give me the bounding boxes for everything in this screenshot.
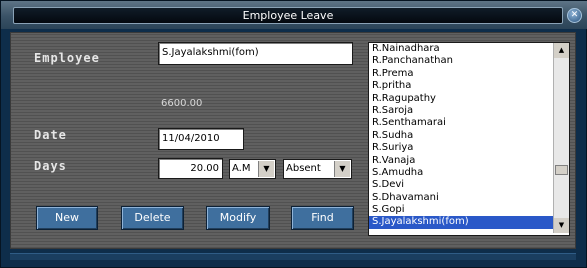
days-field[interactable]: 20.00 [158, 158, 223, 179]
session-selected-value: A.M [232, 163, 251, 174]
date-label: Date [34, 128, 67, 142]
list-item[interactable]: R.Senthamarai [369, 117, 553, 129]
new-button[interactable]: New [36, 206, 98, 230]
salary-value: 6600.00 [161, 98, 203, 109]
modify-button[interactable]: Modify [206, 206, 270, 230]
title-frame: Employee Leave [13, 7, 563, 24]
list-item[interactable]: R.Prema [369, 68, 553, 80]
employee-listbox[interactable]: R.Nainadhara R.Panchanathan R.Prema R.prith… [368, 42, 570, 236]
window-title: Employee Leave [242, 9, 334, 22]
status-select[interactable]: Absent ▼ [283, 159, 352, 179]
list-item[interactable]: S.Gopi [369, 204, 553, 216]
list-item[interactable]: S.Jayalakshmi(fom) [369, 216, 553, 229]
list-item[interactable]: R.Vanaja [369, 155, 553, 167]
list-item[interactable]: R.Ragupathy [369, 93, 553, 105]
list-item[interactable]: R.pritha [369, 80, 553, 92]
employee-list-items: R.Nainadhara R.Panchanathan R.Prema R.prith… [369, 43, 553, 229]
list-item[interactable]: S.Amudha [369, 167, 553, 179]
days-label: Days [34, 159, 67, 173]
list-item[interactable]: S.Dhavamani [369, 192, 553, 204]
list-item[interactable]: R.Saroja [369, 105, 553, 117]
scroll-down-icon[interactable]: ▼ [554, 218, 569, 233]
session-select[interactable]: A.M ▼ [229, 159, 276, 179]
delete-button[interactable]: Delete [121, 206, 184, 230]
status-selected-value: Absent [286, 163, 321, 174]
status-strip [10, 253, 576, 260]
list-item[interactable]: R.Nainadhara [369, 43, 553, 55]
list-item[interactable]: R.Sudha [369, 130, 553, 142]
scrollbar-thumb[interactable] [555, 165, 568, 175]
title-bar[interactable]: Employee Leave ✕ [1, 1, 587, 29]
chevron-down-icon[interactable]: ▼ [334, 161, 350, 177]
close-icon[interactable]: ✕ [567, 8, 582, 23]
date-field[interactable]: 11/04/2010 [158, 128, 244, 150]
list-item[interactable]: S.Devi [369, 179, 553, 191]
employee-leave-window: Employee Leave ✕ Employee S.Jayalakshmi(… [0, 0, 587, 268]
vertical-scrollbar[interactable]: ▲ ▼ [553, 43, 569, 233]
list-item[interactable]: R.Panchanathan [369, 55, 553, 67]
employee-field[interactable]: S.Jayalakshmi(fom) [158, 42, 353, 65]
chevron-down-icon[interactable]: ▼ [258, 161, 274, 177]
scroll-up-icon[interactable]: ▲ [554, 43, 569, 58]
list-item[interactable]: R.Suriya [369, 142, 553, 154]
find-button[interactable]: Find [291, 206, 354, 230]
employee-label: Employee [34, 51, 100, 65]
